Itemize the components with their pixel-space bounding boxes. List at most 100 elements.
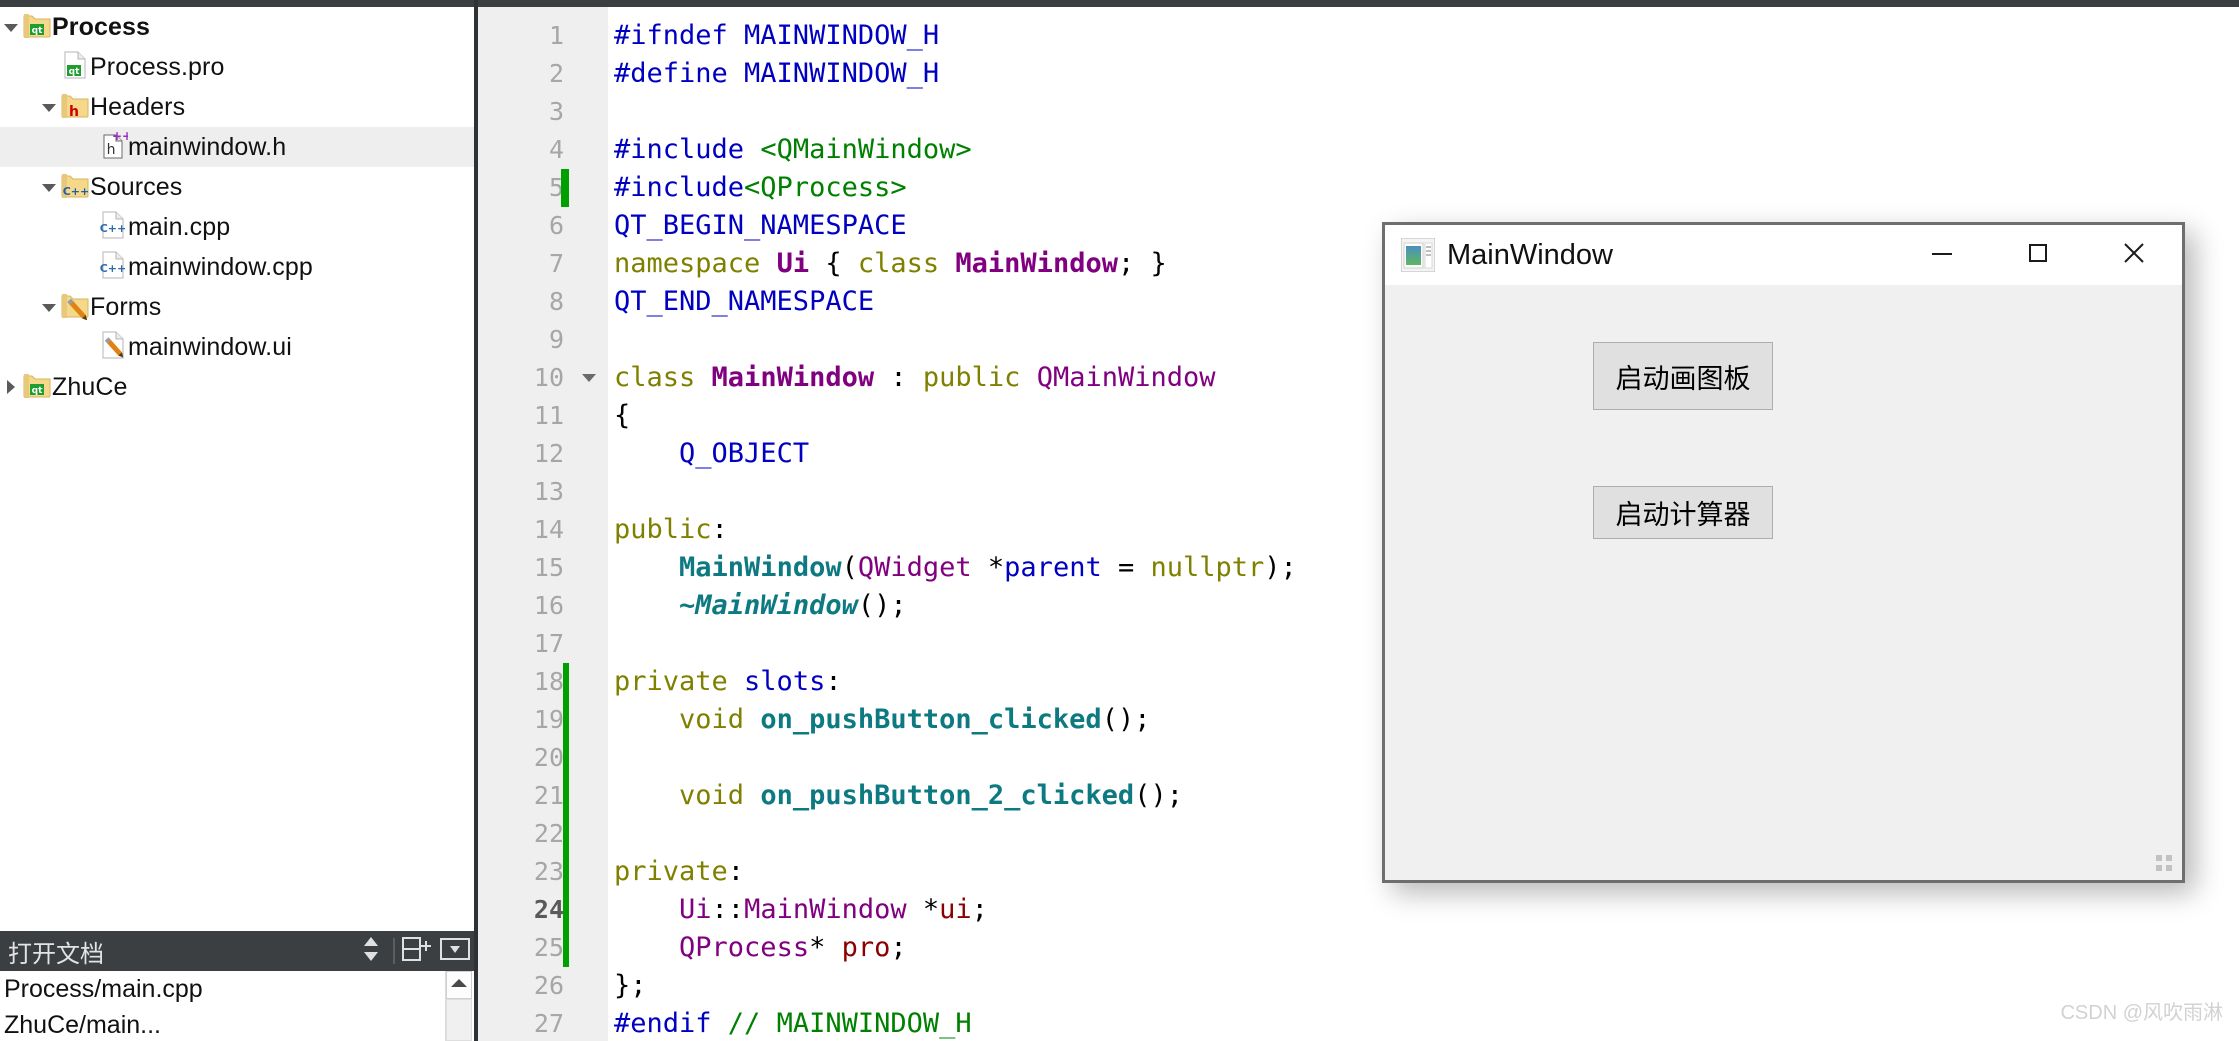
code-token: MainWindow	[744, 894, 907, 925]
tree-item-label: main.cpp	[128, 213, 231, 241]
line-number: 19	[533, 705, 564, 734]
code-token: on_pushButton_clicked	[760, 704, 1102, 735]
tree-item-process-pro[interactable]: qt Process.pro	[0, 47, 474, 87]
open-document-row[interactable]: Process/main.cpp	[0, 971, 474, 1007]
code-line[interactable]: Q_OBJECT	[614, 435, 809, 473]
editor-gutter[interactable]: 1 2 3 4 5 6 7 8 9 10 11 12 13 14 15 16 17 18 19 20 21 22 23 24 2…	[478, 7, 608, 1041]
h-file-icon: h ++	[98, 127, 132, 167]
code-token: Ui	[679, 894, 712, 925]
code-line[interactable]: class MainWindow : public QMainWindow	[614, 359, 1216, 397]
code-token: ~	[614, 590, 696, 621]
qt-pro-file-icon: qt	[60, 47, 90, 87]
change-bar	[563, 815, 569, 853]
code-token: =	[1101, 552, 1151, 583]
close-button[interactable]	[2086, 225, 2182, 285]
svg-text:C++: C++	[100, 222, 127, 235]
code-line[interactable]: private:	[614, 853, 744, 891]
code-token: ();	[1101, 704, 1151, 735]
chevron-right-icon[interactable]	[0, 367, 22, 407]
line-number: 22	[533, 819, 564, 848]
tree-item-mainwindow-cpp[interactable]: C++ mainwindow.cpp	[0, 247, 474, 287]
code-token: QT_BEGIN_NAMESPACE	[614, 210, 907, 241]
tree-item-sources[interactable]: C++ Sources	[0, 167, 474, 207]
tree-item-process[interactable]: qt Process	[0, 7, 474, 47]
code-line[interactable]: #define MAINWINDOW_H	[614, 55, 939, 93]
code-line[interactable]: #ifndef MAINWINDOW_H	[614, 17, 939, 55]
twist-spacer	[76, 247, 98, 287]
tree-item-label: ZhuCe	[52, 373, 128, 401]
code-line[interactable]: Ui::MainWindow *ui;	[614, 891, 988, 929]
code-line[interactable]: };	[614, 967, 647, 1005]
minimize-button[interactable]	[1894, 225, 1990, 285]
sync-selection-button[interactable]	[352, 931, 390, 971]
chevron-down-icon[interactable]	[38, 87, 60, 127]
code-line[interactable]: QProcess* pro;	[614, 929, 907, 967]
code-token: {	[614, 400, 631, 431]
chevron-down-icon[interactable]	[0, 7, 22, 47]
tree-item-forms[interactable]: Forms	[0, 287, 474, 327]
open-document-row[interactable]: ZhuCe/main...	[0, 1007, 474, 1041]
code-line[interactable]: void on_pushButton_2_clicked();	[614, 777, 1183, 815]
code-line[interactable]: MainWindow(QWidget *parent = nullptr);	[614, 549, 1297, 587]
fold-toggle-icon[interactable]	[578, 359, 600, 397]
code-line[interactable]: public:	[614, 511, 728, 549]
svg-text:C++: C++	[100, 262, 127, 275]
chevron-down-icon[interactable]	[38, 167, 60, 207]
tree-item-mainwindow-ui[interactable]: mainwindow.ui	[0, 327, 474, 367]
open-documents-list[interactable]: Process/main.cpp ZhuCe/main...	[0, 971, 474, 1041]
code-token: <QMainWindow>	[760, 134, 972, 165]
tree-item-zhuce[interactable]: qt ZhuCe	[0, 367, 474, 407]
code-token: ();	[857, 590, 907, 621]
code-line[interactable]: QT_END_NAMESPACE	[614, 283, 874, 321]
code-token: class	[857, 248, 956, 279]
code-token: nullptr	[1150, 552, 1265, 583]
start-calculator-button[interactable]: 启动计算器	[1593, 486, 1773, 539]
code-token: #define MAINWINDOW_H	[614, 58, 940, 89]
pane-menu-button[interactable]	[436, 931, 474, 971]
resize-grip[interactable]	[2156, 855, 2172, 871]
code-line[interactable]: void on_pushButton_clicked();	[614, 701, 1150, 739]
svg-text:h: h	[107, 142, 116, 158]
code-line[interactable]: #include <QMainWindow>	[614, 131, 972, 169]
twist-spacer	[76, 127, 98, 167]
open-documents-header: 打开文档	[0, 931, 474, 971]
code-line[interactable]: ~MainWindow();	[614, 587, 907, 625]
tree-item-headers[interactable]: h Headers	[0, 87, 474, 127]
tree-item-mainwindow-h[interactable]: h ++ mainwindow.h	[0, 127, 474, 167]
open-documents-scrollbar[interactable]	[445, 971, 472, 1041]
code-line[interactable]: namespace Ui { class MainWindow; }	[614, 245, 1167, 283]
forms-folder-icon	[60, 287, 90, 327]
split-add-button[interactable]	[398, 931, 436, 971]
up-down-arrows-icon	[361, 935, 381, 968]
maximize-button[interactable]	[1990, 225, 2086, 285]
code-token: *	[809, 932, 842, 963]
scrollbar-thumb[interactable]	[446, 999, 472, 1041]
code-line[interactable]: #include<QProcess>	[614, 169, 907, 207]
chevron-down-icon[interactable]	[38, 287, 60, 327]
line-number: 1	[548, 21, 564, 50]
line-number: 25	[533, 933, 564, 962]
code-token: namespace	[614, 248, 777, 279]
dialog-titlebar[interactable]: MainWindow	[1385, 225, 2182, 285]
change-bar	[563, 663, 569, 701]
line-number: 24	[533, 895, 564, 924]
line-number: 6	[548, 211, 564, 240]
line-number: 17	[533, 629, 564, 658]
start-paint-button[interactable]: 启动画图板	[1593, 342, 1773, 410]
code-token: ::	[711, 894, 745, 925]
line-number: 16	[533, 591, 564, 620]
scroll-up-button[interactable]	[446, 971, 472, 999]
code-line[interactable]: {	[614, 397, 630, 435]
code-token: #include	[614, 134, 761, 165]
code-line[interactable]: private slots:	[614, 663, 842, 701]
code-token: class	[614, 362, 712, 393]
line-number: 18	[533, 667, 564, 696]
mainwindow-dialog[interactable]: MainWindow 启动画图板启动计算器	[1382, 222, 2185, 883]
code-line[interactable]: #endif // MAINWINDOW_H	[614, 1005, 972, 1041]
project-tree[interactable]: qt Process qt Process.pro h Headers h ++ mainwin…	[0, 7, 474, 407]
code-line[interactable]: QT_BEGIN_NAMESPACE	[614, 207, 907, 245]
tree-item-main-cpp[interactable]: C++ main.cpp	[0, 207, 474, 247]
